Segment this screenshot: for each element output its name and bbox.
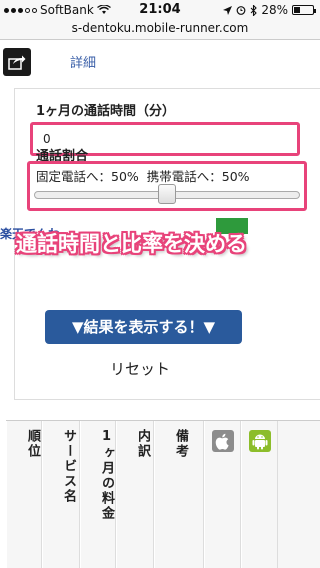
header-monthly-fee: 1ヶ月の料金 — [80, 421, 116, 568]
status-icons: 28% — [223, 3, 316, 17]
detail-link[interactable]: 詳細 — [70, 52, 96, 71]
mobile-ratio-label: 携帯電話へ：50% — [146, 169, 250, 184]
results-table-header: 順位 サービス名 1ヶ月の料金 内訳 備考 — [6, 420, 320, 568]
bluetooth-icon — [250, 4, 258, 16]
ratio-values: 固定電話へ：50% 携帯電話へ：50% — [36, 166, 250, 185]
apple-icon — [212, 430, 234, 452]
overlay-caption: 通話時間と比率を決める — [16, 232, 247, 256]
location-icon — [223, 5, 233, 15]
status-bar: SoftBank 21:04 28% — [0, 0, 320, 20]
header-rank: 順位 — [6, 421, 42, 568]
battery-percent: 28% — [261, 3, 288, 17]
header-ios — [204, 421, 241, 568]
header-android — [241, 421, 278, 568]
header-notes: 備考 — [154, 421, 204, 568]
ratio-slider-group: 固定電話へ：50% 携帯電話へ：50% — [27, 161, 307, 211]
show-results-button[interactable]: ▼結果を表示する！▼ — [45, 310, 242, 344]
address-bar[interactable]: s-dentoku.mobile-runner.com — [0, 20, 320, 40]
reset-link[interactable]: リセット — [110, 358, 170, 379]
header-service: サービス名 — [42, 421, 80, 568]
alarm-icon — [236, 6, 246, 15]
android-icon — [249, 430, 271, 452]
header-breakdown: 内訳 — [116, 421, 154, 568]
landline-ratio-label: 固定電話へ：50% — [36, 169, 139, 184]
share-button[interactable] — [3, 48, 31, 76]
minutes-label: 1ヶ月の通話時間（分） — [36, 104, 176, 119]
ratio-slider-thumb[interactable] — [158, 184, 176, 204]
battery-icon — [292, 5, 316, 15]
share-icon — [8, 55, 26, 70]
